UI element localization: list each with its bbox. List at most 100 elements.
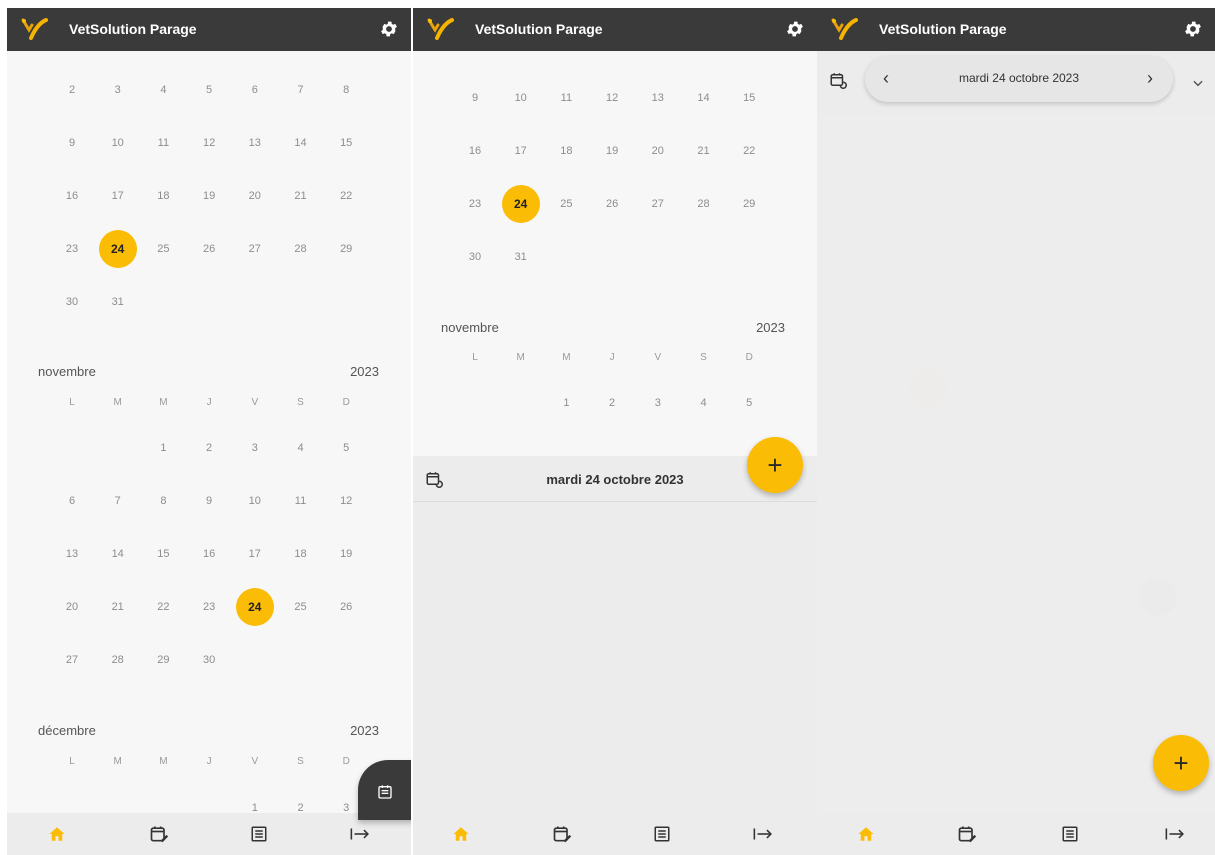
day-cell[interactable]: 26: [592, 194, 632, 214]
day-cell[interactable]: 10: [235, 491, 275, 511]
day-cell[interactable]: 3: [98, 80, 138, 100]
nav-logout[interactable]: [743, 821, 783, 847]
day-cell[interactable]: 9: [189, 491, 229, 511]
day-cell[interactable]: 18: [143, 186, 183, 206]
day-cell[interactable]: 31: [501, 247, 541, 267]
day-cell[interactable]: 17: [501, 141, 541, 161]
day-cell[interactable]: 11: [281, 491, 321, 511]
day-cell[interactable]: 2: [189, 438, 229, 458]
day-cell[interactable]: 23: [455, 194, 495, 214]
day-cell[interactable]: 14: [684, 88, 724, 108]
day-cell[interactable]: 11: [546, 88, 586, 108]
day-cell[interactable]: 7: [98, 491, 138, 511]
day-cell[interactable]: 11: [143, 133, 183, 153]
day-cell[interactable]: 13: [52, 544, 92, 564]
day-cell[interactable]: 15: [729, 88, 769, 108]
day-cell[interactable]: 1: [546, 393, 586, 413]
day-cell[interactable]: 17: [98, 186, 138, 206]
nav-home[interactable]: [846, 821, 886, 847]
day-cell[interactable]: 19: [326, 544, 366, 564]
day-cell[interactable]: 5: [326, 438, 366, 458]
day-cell[interactable]: 12: [189, 133, 229, 153]
nav-list[interactable]: [642, 821, 682, 847]
day-cell[interactable]: 8: [326, 80, 366, 100]
day-cell[interactable]: 29: [729, 194, 769, 214]
day-cell[interactable]: 17: [235, 544, 275, 564]
nav-calendar[interactable]: [139, 821, 179, 847]
day-cell[interactable]: 4: [143, 80, 183, 100]
day-cell[interactable]: 3: [638, 393, 678, 413]
add-appointment-button[interactable]: +: [1153, 735, 1209, 791]
day-cell[interactable]: 31: [98, 292, 138, 312]
day-cell[interactable]: 15: [326, 133, 366, 153]
day-cell[interactable]: 20: [235, 186, 275, 206]
day-cell[interactable]: 25: [143, 239, 183, 259]
day-cell[interactable]: 19: [189, 186, 229, 206]
today-day-cell[interactable]: 24: [235, 588, 274, 626]
day-cell[interactable]: 7: [281, 80, 321, 100]
day-cell[interactable]: 22: [326, 186, 366, 206]
day-cell[interactable]: 9: [455, 88, 495, 108]
calendar-sheet-toggle[interactable]: [358, 760, 411, 820]
day-cell[interactable]: 21: [281, 186, 321, 206]
day-cell[interactable]: 6: [52, 491, 92, 511]
day-cell[interactable]: 29: [326, 239, 366, 259]
add-appointment-button[interactable]: +: [747, 437, 803, 493]
day-cell[interactable]: 10: [501, 88, 541, 108]
day-cell[interactable]: 28: [98, 650, 138, 670]
day-cell[interactable]: 27: [638, 194, 678, 214]
next-day-button[interactable]: ›: [1147, 68, 1153, 89]
day-cell[interactable]: 2: [592, 393, 632, 413]
nav-calendar[interactable]: [542, 821, 582, 847]
day-cell[interactable]: 19: [592, 141, 632, 161]
day-cell[interactable]: 23: [189, 597, 229, 617]
settings-gear-icon[interactable]: [379, 19, 399, 39]
nav-calendar[interactable]: [947, 821, 987, 847]
nav-list[interactable]: [239, 821, 279, 847]
day-cell[interactable]: 25: [281, 597, 321, 617]
nav-home[interactable]: [37, 821, 77, 847]
day-cell[interactable]: 21: [684, 141, 724, 161]
day-cell[interactable]: 29: [143, 650, 183, 670]
nav-home[interactable]: [441, 821, 481, 847]
day-cell[interactable]: 20: [52, 597, 92, 617]
today-day-cell[interactable]: 24: [501, 185, 540, 223]
day-cell[interactable]: 26: [189, 239, 229, 259]
chevron-down-icon[interactable]: [1191, 76, 1205, 90]
day-cell[interactable]: 5: [189, 80, 229, 100]
day-cell[interactable]: 15: [143, 544, 183, 564]
day-cell[interactable]: 4: [684, 393, 724, 413]
day-cell[interactable]: 20: [638, 141, 678, 161]
day-cell[interactable]: 16: [455, 141, 495, 161]
nav-logout[interactable]: [340, 821, 380, 847]
day-cell[interactable]: 23: [52, 239, 92, 259]
day-cell[interactable]: 4: [281, 438, 321, 458]
day-cell[interactable]: 10: [98, 133, 138, 153]
day-cell[interactable]: 18: [546, 141, 586, 161]
day-cell[interactable]: 22: [143, 597, 183, 617]
day-cell[interactable]: 18: [281, 544, 321, 564]
day-cell[interactable]: 30: [52, 292, 92, 312]
day-cell[interactable]: 14: [98, 544, 138, 564]
today-day-cell[interactable]: 24: [98, 230, 137, 268]
day-cell[interactable]: 13: [235, 133, 275, 153]
day-cell[interactable]: 13: [638, 88, 678, 108]
day-cell[interactable]: 16: [52, 186, 92, 206]
day-cell[interactable]: 27: [52, 650, 92, 670]
day-cell[interactable]: 14: [281, 133, 321, 153]
settings-gear-icon[interactable]: [1183, 19, 1203, 39]
day-cell[interactable]: 28: [281, 239, 321, 259]
day-cell[interactable]: 30: [189, 650, 229, 670]
day-cell[interactable]: 27: [235, 239, 275, 259]
day-cell[interactable]: 22: [729, 141, 769, 161]
day-cell[interactable]: 25: [546, 194, 586, 214]
calendar-reset-icon[interactable]: [829, 71, 847, 89]
day-cell[interactable]: 9: [52, 133, 92, 153]
nav-list[interactable]: [1050, 821, 1090, 847]
day-cell[interactable]: 8: [143, 491, 183, 511]
day-cell[interactable]: 2: [52, 80, 92, 100]
day-cell[interactable]: 26: [326, 597, 366, 617]
day-cell[interactable]: 6: [235, 80, 275, 100]
day-cell[interactable]: 3: [235, 438, 275, 458]
day-cell[interactable]: 1: [143, 438, 183, 458]
